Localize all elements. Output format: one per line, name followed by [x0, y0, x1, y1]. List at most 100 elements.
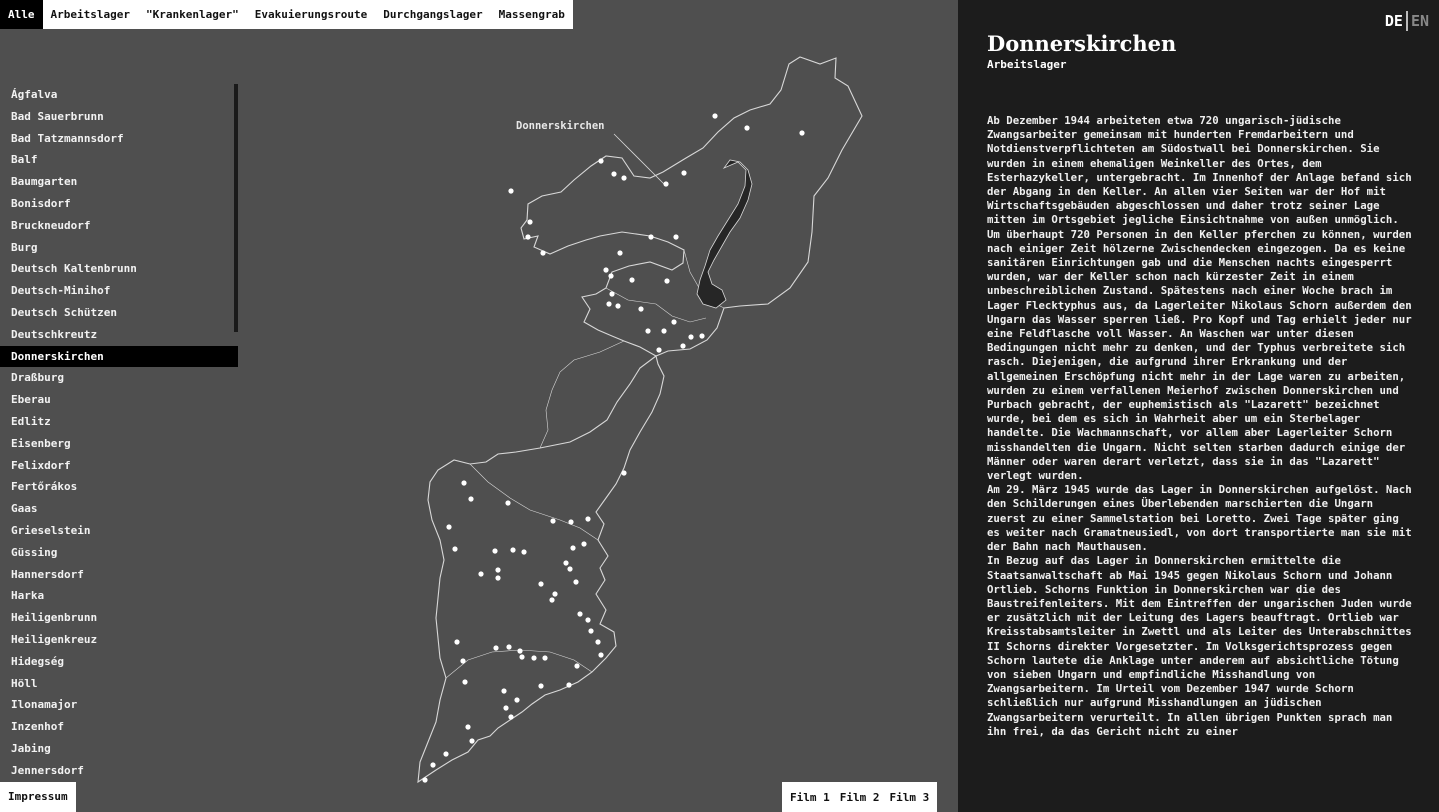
place-list-item[interactable]: Felixdorf — [0, 455, 238, 477]
film-button[interactable]: Film 3 — [885, 791, 935, 804]
place-list-item[interactable]: Ágfalva — [0, 84, 238, 106]
place-list-item[interactable]: Güssing — [0, 542, 238, 564]
camp-marker[interactable] — [621, 175, 627, 181]
camp-marker[interactable] — [585, 617, 591, 623]
filter-tab[interactable]: Massengrab — [491, 0, 573, 29]
place-list-item[interactable]: Deutschkreutz — [0, 324, 238, 346]
camp-marker[interactable] — [566, 682, 572, 688]
camp-marker[interactable] — [493, 645, 499, 651]
place-list-item[interactable]: Bad Tatzmannsdorf — [0, 128, 238, 150]
place-list-item[interactable]: Edlitz — [0, 411, 238, 433]
camp-marker[interactable] — [598, 158, 604, 164]
camp-marker[interactable] — [461, 480, 467, 486]
camp-marker[interactable] — [603, 267, 609, 273]
camp-marker[interactable] — [478, 571, 484, 577]
camp-marker[interactable] — [508, 714, 514, 720]
language-de[interactable]: DE — [1385, 12, 1403, 30]
camp-marker[interactable] — [508, 188, 514, 194]
camp-marker[interactable] — [799, 130, 805, 136]
place-list-item[interactable]: Hannersdorf — [0, 564, 238, 586]
camp-marker[interactable] — [460, 658, 466, 664]
language-en[interactable]: EN — [1411, 12, 1429, 30]
place-list-item[interactable]: Draßburg — [0, 367, 238, 389]
film-button[interactable]: Film 2 — [835, 791, 885, 804]
camp-marker[interactable] — [663, 181, 669, 187]
camp-marker[interactable] — [550, 518, 556, 524]
camp-marker[interactable] — [585, 516, 591, 522]
filter-tab[interactable]: Arbeitslager — [43, 0, 138, 29]
camp-marker[interactable] — [514, 697, 520, 703]
camp-marker[interactable] — [510, 547, 516, 553]
camp-marker[interactable] — [492, 548, 498, 554]
camp-marker[interactable] — [688, 334, 694, 340]
camp-marker[interactable] — [608, 273, 614, 279]
camp-marker[interactable] — [574, 663, 580, 669]
place-list-item[interactable]: Burg — [0, 237, 238, 259]
camp-marker[interactable] — [563, 560, 569, 566]
camp-marker[interactable] — [577, 611, 583, 617]
camp-marker[interactable] — [617, 250, 623, 256]
camp-marker[interactable] — [615, 303, 621, 309]
camp-marker[interactable] — [609, 291, 615, 297]
filter-tab[interactable]: "Krankenlager" — [138, 0, 247, 29]
camp-marker[interactable] — [506, 644, 512, 650]
camp-marker[interactable] — [595, 639, 601, 645]
place-list-item[interactable]: Deutsch Kaltenbrunn — [0, 258, 238, 280]
camp-marker[interactable] — [503, 705, 509, 711]
camp-marker[interactable] — [521, 549, 527, 555]
place-list-item[interactable]: Heiligenbrunn — [0, 607, 238, 629]
camp-marker[interactable] — [664, 278, 670, 284]
camp-marker[interactable] — [531, 655, 537, 661]
camp-marker[interactable] — [581, 541, 587, 547]
place-list-item[interactable]: Jennersdorf — [0, 760, 238, 782]
place-list-item[interactable]: Jabing — [0, 738, 238, 760]
filter-tab[interactable]: Durchgangslager — [375, 0, 490, 29]
place-list-item[interactable]: Bonisdorf — [0, 193, 238, 215]
camp-marker[interactable] — [538, 581, 544, 587]
camp-marker[interactable] — [567, 566, 573, 572]
camp-marker[interactable] — [443, 751, 449, 757]
camp-marker[interactable] — [680, 343, 686, 349]
place-list[interactable]: Ágfalva Bad Sauerbrunn Bad Tatzmannsdorf Ba… — [0, 84, 238, 784]
place-list-item[interactable]: Höll — [0, 673, 238, 695]
place-list-item[interactable]: Inzenhof — [0, 716, 238, 738]
camp-marker[interactable] — [573, 579, 579, 585]
camp-marker[interactable] — [656, 347, 662, 353]
camp-marker[interactable] — [638, 306, 644, 312]
place-list-item[interactable]: Heiligenkreuz — [0, 629, 238, 651]
camp-marker[interactable] — [430, 762, 436, 768]
camp-marker[interactable] — [538, 683, 544, 689]
camp-marker[interactable] — [712, 113, 718, 119]
camp-marker[interactable] — [422, 777, 428, 783]
camp-marker[interactable] — [525, 234, 531, 240]
place-list-item[interactable]: Baumgarten — [0, 171, 238, 193]
camp-marker[interactable] — [699, 333, 705, 339]
camp-marker[interactable] — [744, 125, 750, 131]
place-list-item[interactable]: Deutsch-Minihof — [0, 280, 238, 302]
camp-marker[interactable] — [501, 688, 507, 694]
camp-marker[interactable] — [446, 524, 452, 530]
camp-marker[interactable] — [570, 545, 576, 551]
camp-marker[interactable] — [588, 628, 594, 634]
place-list-item[interactable]: Harka — [0, 585, 238, 607]
camp-marker[interactable] — [454, 639, 460, 645]
place-list-item[interactable]: Bruckneudorf — [0, 215, 238, 237]
camp-marker[interactable] — [568, 519, 574, 525]
place-list-item[interactable]: Deutsch Schützen — [0, 302, 238, 324]
film-button[interactable]: Film 1 — [785, 791, 835, 804]
place-list-item[interactable]: Donnerskirchen — [0, 345, 238, 368]
camp-marker[interactable] — [468, 496, 474, 502]
filter-tab[interactable]: Alle — [0, 0, 43, 29]
place-list-item[interactable]: Grieselstein — [0, 520, 238, 542]
filter-tab[interactable]: Evakuierungsroute — [247, 0, 376, 29]
place-list-item[interactable]: Bad Sauerbrunn — [0, 106, 238, 128]
camp-marker[interactable] — [673, 234, 679, 240]
camp-marker[interactable] — [606, 301, 612, 307]
place-list-item[interactable]: Eberau — [0, 389, 238, 411]
camp-marker[interactable] — [469, 738, 475, 744]
camp-marker[interactable] — [495, 575, 501, 581]
camp-marker[interactable] — [505, 500, 511, 506]
camp-marker[interactable] — [671, 319, 677, 325]
camp-marker[interactable] — [552, 591, 558, 597]
camp-marker[interactable] — [681, 170, 687, 176]
